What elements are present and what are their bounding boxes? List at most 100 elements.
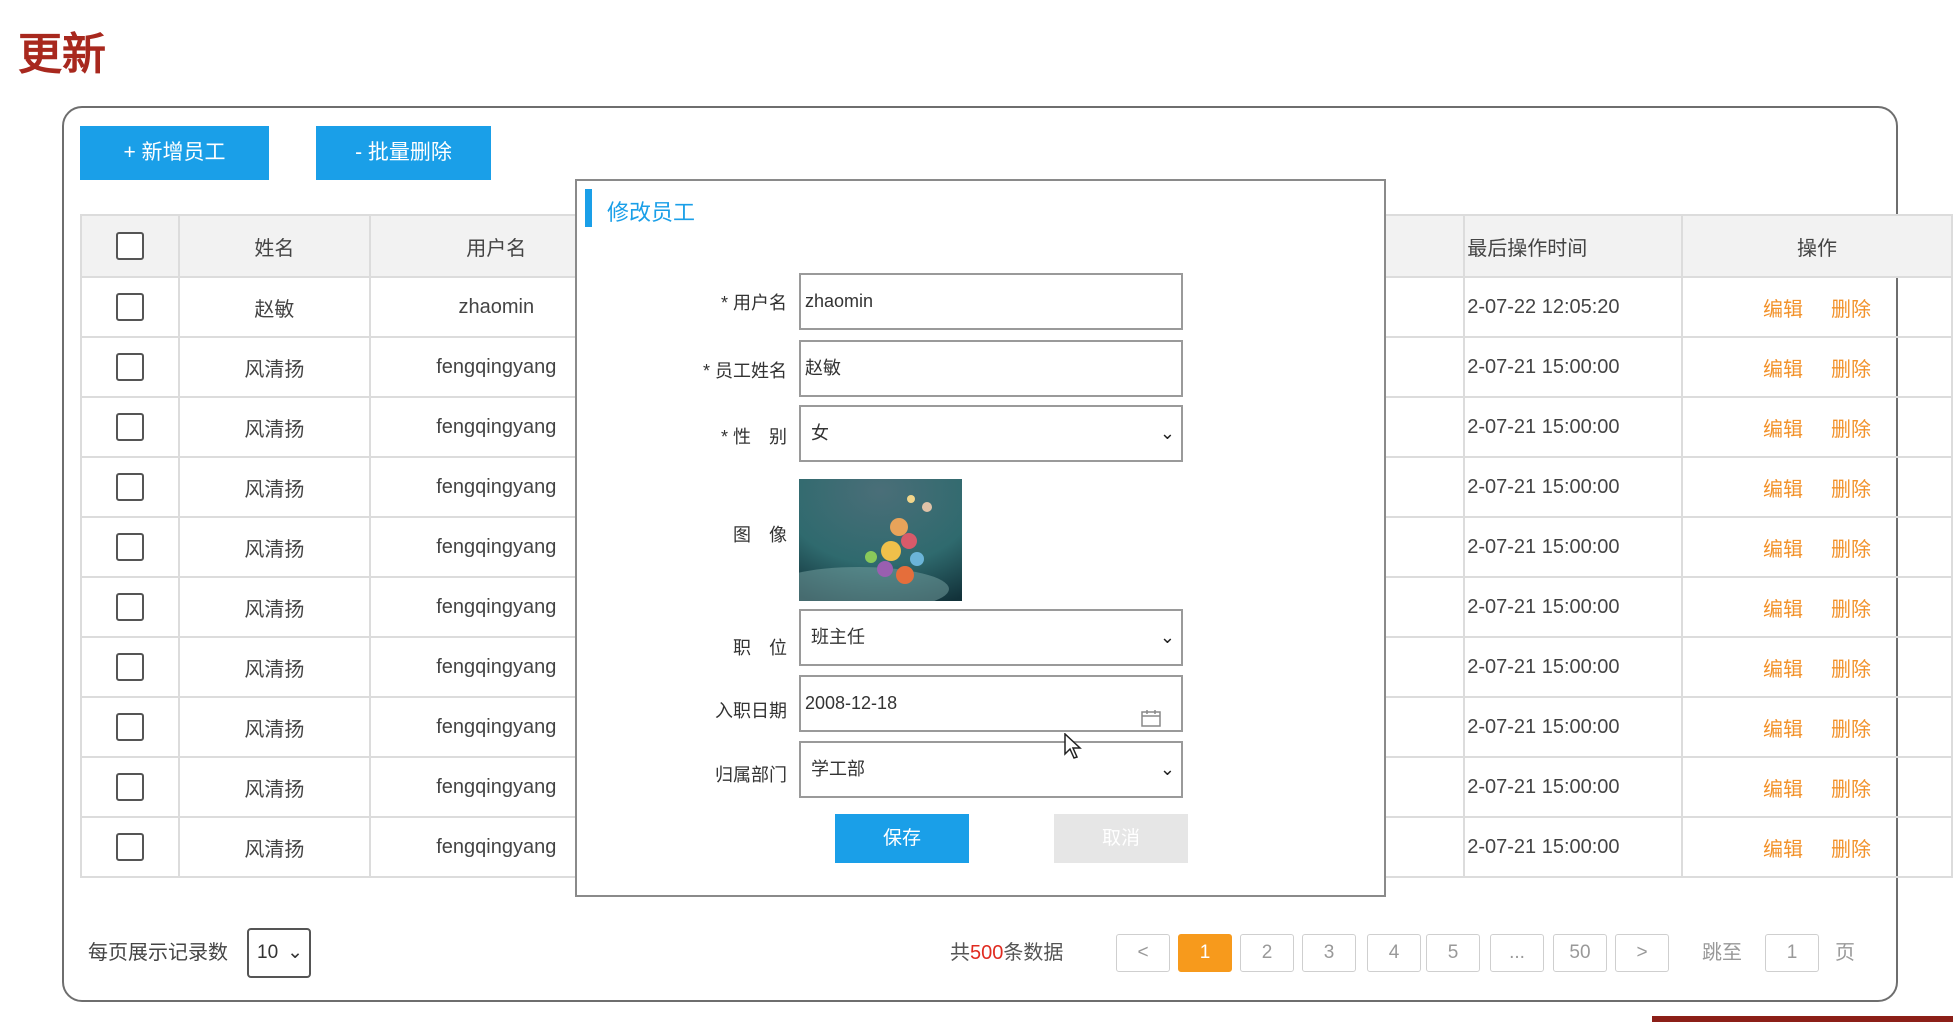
delete-link[interactable]: 删除 [1831, 539, 1871, 561]
select-all-checkbox[interactable] [115, 232, 144, 260]
total-prefix: 共 [950, 942, 970, 964]
row-actions: 编辑 删除 [1681, 516, 1953, 578]
position-label: 职 位 [733, 638, 787, 658]
row-checkbox[interactable] [115, 713, 144, 741]
department-value: 学工部 [811, 759, 865, 779]
row-checkbox[interactable] [115, 653, 144, 681]
entry-date-label: 入职日期 [715, 701, 787, 721]
entry-date-field[interactable]: 2008-12-18 [799, 675, 1183, 732]
delete-link[interactable]: 删除 [1831, 659, 1871, 681]
employee-avatar-image[interactable] [799, 479, 962, 601]
delete-link[interactable]: 删除 [1831, 599, 1871, 621]
row-name: 风清扬 [177, 516, 371, 578]
row-select-cell[interactable] [80, 276, 180, 338]
edit-link[interactable]: 编辑 [1763, 719, 1803, 741]
row-select-cell[interactable] [80, 576, 180, 638]
page-ellipsis: ... [1490, 934, 1544, 972]
page-button-3[interactable]: 3 [1302, 934, 1356, 972]
total-count: 500 [970, 942, 1004, 964]
row-select-cell[interactable] [80, 516, 180, 578]
delete-link[interactable]: 删除 [1831, 359, 1871, 381]
per-page-label: 每页展示记录数 [88, 942, 228, 964]
row-select-cell[interactable] [80, 396, 180, 458]
row-last-op-time: 2-07-21 15:00:00 [1463, 696, 1684, 758]
department-label: 归属部门 [715, 765, 787, 785]
employee-name-field[interactable]: 赵敏 [799, 340, 1183, 397]
image-label: 图 像 [733, 525, 787, 545]
row-actions: 编辑 删除 [1681, 336, 1953, 398]
department-select[interactable]: 学工部 ⌄ [799, 741, 1183, 798]
row-checkbox[interactable] [115, 353, 144, 381]
row-name: 风清扬 [177, 576, 371, 638]
row-checkbox[interactable] [115, 593, 144, 621]
mouse-cursor-icon [1064, 733, 1082, 759]
gender-label: * 性 别 [720, 427, 787, 447]
delete-link[interactable]: 删除 [1831, 479, 1871, 501]
edit-link[interactable]: 编辑 [1763, 359, 1803, 381]
save-button[interactable]: 保存 [835, 814, 969, 863]
delete-link[interactable]: 删除 [1831, 719, 1871, 741]
row-select-cell[interactable] [80, 756, 180, 818]
row-last-op-time: 2-07-21 15:00:00 [1463, 336, 1684, 398]
position-select[interactable]: 班主任 ⌄ [799, 609, 1183, 666]
cancel-button[interactable]: 取消 [1054, 814, 1188, 863]
row-select-cell[interactable] [80, 816, 180, 878]
page-button-4[interactable]: 4 [1367, 934, 1421, 972]
row-actions: 编辑 删除 [1681, 456, 1953, 518]
row-actions: 编辑 删除 [1681, 696, 1953, 758]
delete-link[interactable]: 删除 [1831, 779, 1871, 801]
per-page-select[interactable]: 10 ⌄ [247, 928, 311, 978]
row-name: 赵敏 [177, 276, 371, 338]
row-checkbox[interactable] [115, 473, 144, 501]
total-suffix: 条数据 [1003, 942, 1064, 964]
page-button-2[interactable]: 2 [1240, 934, 1294, 972]
jump-page-input[interactable]: 1 [1765, 934, 1819, 972]
page-button-5[interactable]: 5 [1426, 934, 1480, 972]
row-name: 风清扬 [177, 756, 371, 818]
username-field[interactable]: zhaomin [799, 273, 1183, 330]
page-button-50[interactable]: 50 [1553, 934, 1607, 972]
row-last-op-time: 2-07-21 15:00:00 [1463, 576, 1684, 638]
add-employee-button[interactable]: + 新增员工 [80, 126, 269, 180]
row-checkbox[interactable] [115, 413, 144, 441]
next-page-button[interactable]: > [1615, 934, 1669, 972]
row-checkbox[interactable] [115, 533, 144, 561]
bottom-accent-bar [1652, 1016, 1953, 1022]
row-select-cell[interactable] [80, 636, 180, 698]
edit-link[interactable]: 编辑 [1763, 839, 1803, 861]
modal-title-accent [585, 189, 592, 227]
calendar-glyph [1141, 710, 1161, 727]
row-last-op-time: 2-07-21 15:00:00 [1463, 456, 1684, 518]
row-select-cell[interactable] [80, 336, 180, 398]
edit-link[interactable]: 编辑 [1763, 299, 1803, 321]
jump-label: 跳至 [1702, 942, 1742, 964]
balloons-image [799, 479, 962, 601]
row-name: 风清扬 [177, 396, 371, 458]
edit-link[interactable]: 编辑 [1763, 599, 1803, 621]
row-checkbox[interactable] [115, 833, 144, 861]
edit-link[interactable]: 编辑 [1763, 479, 1803, 501]
row-name: 风清扬 [177, 636, 371, 698]
row-select-cell[interactable] [80, 696, 180, 758]
delete-link[interactable]: 删除 [1831, 419, 1871, 441]
batch-delete-button[interactable]: - 批量删除 [316, 126, 491, 180]
row-actions: 编辑 删除 [1681, 756, 1953, 818]
row-select-cell[interactable] [80, 456, 180, 518]
edit-link[interactable]: 编辑 [1763, 419, 1803, 441]
modal-title: 修改员工 [607, 200, 696, 225]
row-checkbox[interactable] [115, 773, 144, 801]
delete-link[interactable]: 删除 [1831, 299, 1871, 321]
gender-value: 女 [811, 423, 829, 443]
edit-link[interactable]: 编辑 [1763, 779, 1803, 801]
row-checkbox[interactable] [115, 293, 144, 321]
gender-select[interactable]: 女 ⌄ [799, 405, 1183, 462]
row-name: 风清扬 [177, 696, 371, 758]
edit-link[interactable]: 编辑 [1763, 659, 1803, 681]
total-count-text: 共500条数据 [950, 928, 1063, 978]
prev-page-button[interactable]: < [1116, 934, 1170, 972]
row-last-op-time: 2-07-22 12:05:20 [1463, 276, 1684, 338]
page-button-1[interactable]: 1 [1178, 934, 1232, 972]
edit-link[interactable]: 编辑 [1763, 539, 1803, 561]
delete-link[interactable]: 删除 [1831, 839, 1871, 861]
header-select-all[interactable] [80, 214, 180, 278]
